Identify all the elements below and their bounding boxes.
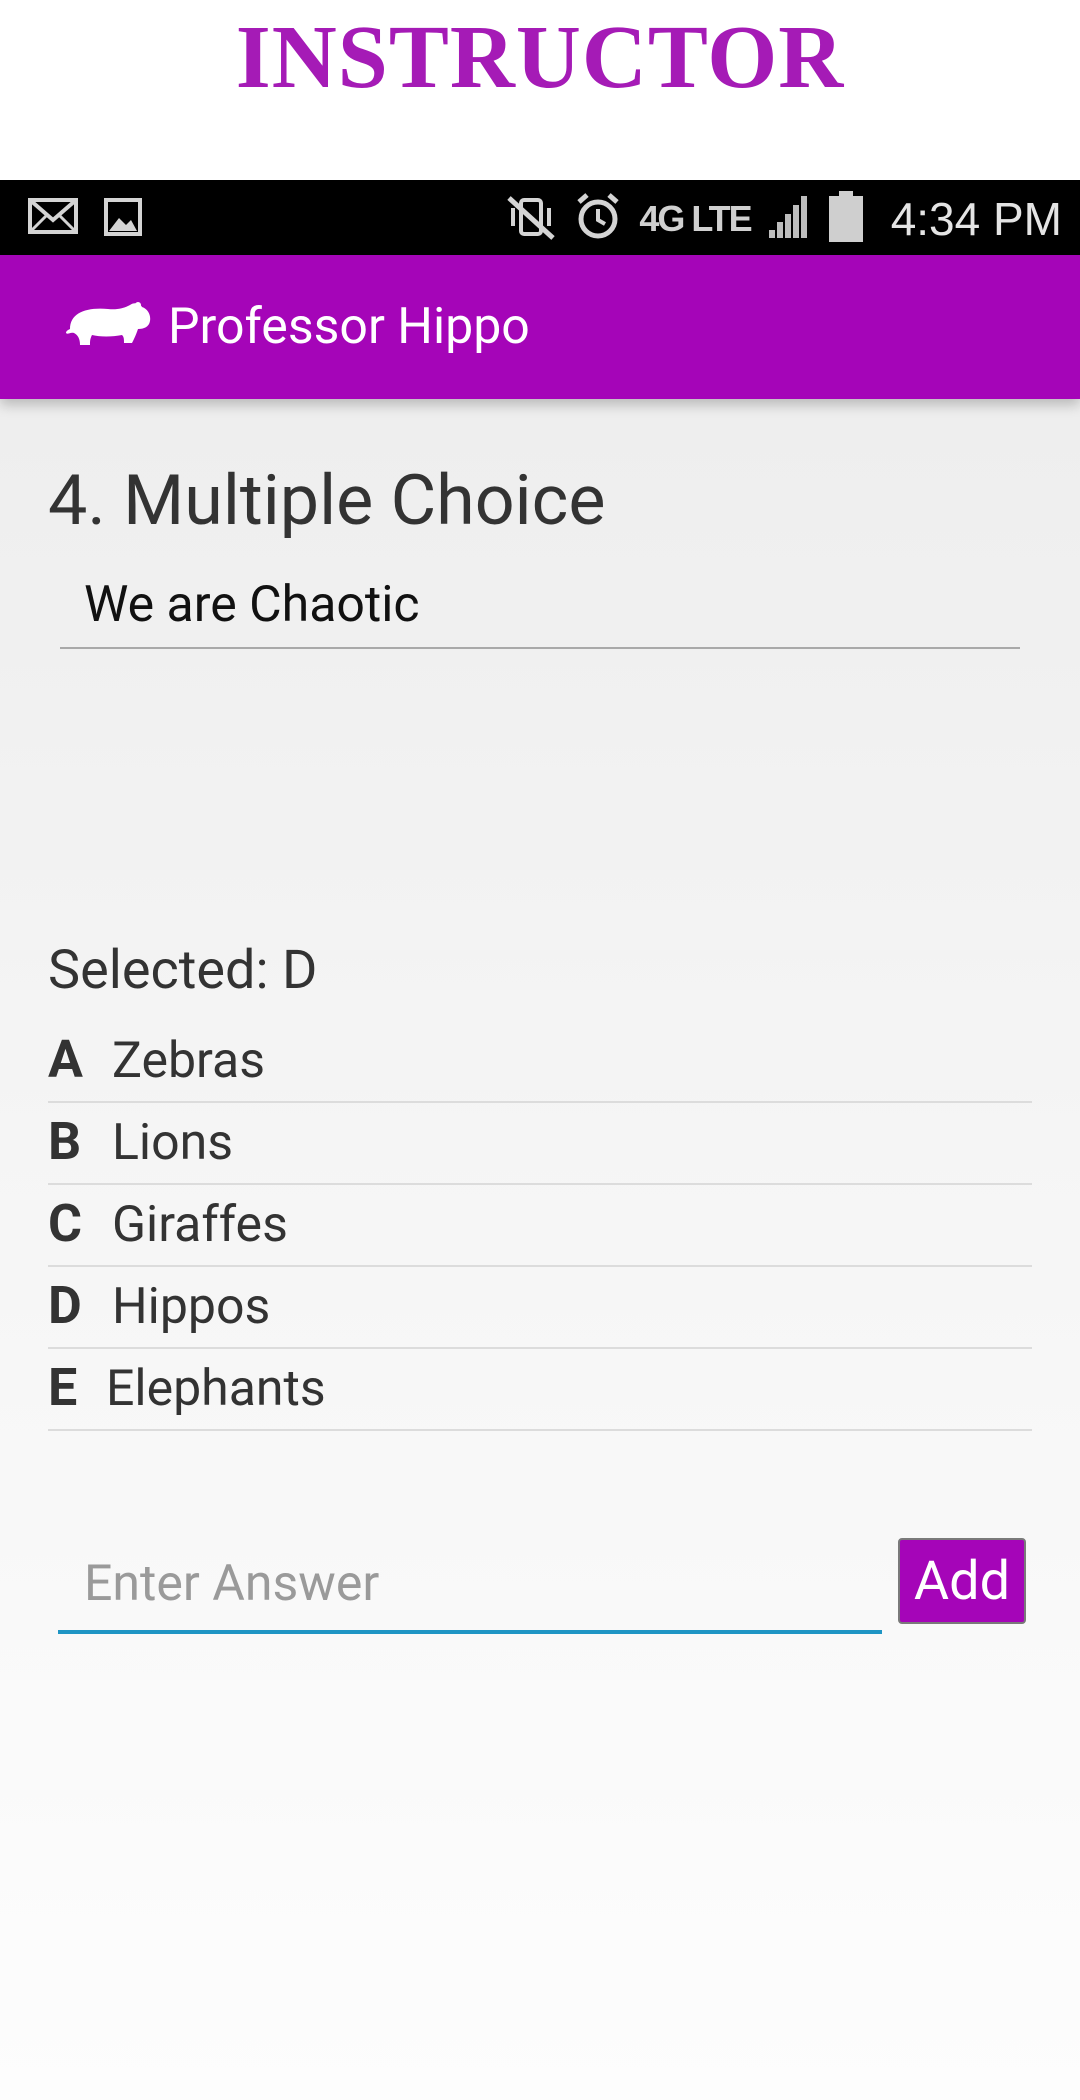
choice-row-b[interactable]: B Lions <box>48 1103 1032 1185</box>
answer-input-placeholder[interactable]: Enter Answer <box>84 1554 379 1614</box>
choice-text: Giraffes <box>112 1196 288 1254</box>
signal-icon <box>767 194 811 244</box>
choice-text: Zebras <box>112 1032 266 1090</box>
choice-letter: C <box>48 1193 83 1254</box>
choice-letter: D <box>48 1275 82 1336</box>
mute-vibrate-icon <box>505 194 557 244</box>
choice-row-d[interactable]: D Hippos <box>48 1267 1032 1349</box>
selected-answer-label: Selected: D <box>48 939 318 1002</box>
mail-icon <box>28 198 78 240</box>
choice-row-e[interactable]: E Elephants <box>48 1349 1032 1431</box>
image-icon <box>104 198 142 240</box>
status-bar: 4G LTE 4:34 PM <box>0 180 1080 255</box>
answer-input-field[interactable]: Enter Answer <box>58 1540 882 1634</box>
choice-letter: B <box>48 1111 82 1172</box>
choice-letter: A <box>48 1029 83 1090</box>
choice-text: Elephants <box>106 1360 326 1418</box>
status-time: 4:34 PM <box>890 193 1062 245</box>
hippo-icon <box>64 299 152 357</box>
question-text-value[interactable]: We are Chaotic <box>84 575 420 635</box>
banner-title: INSTRUCTOR <box>235 8 845 107</box>
choice-letter: E <box>48 1357 78 1418</box>
app-title: Professor Hippo <box>168 298 530 356</box>
choice-row-a[interactable]: A Zebras <box>48 1021 1032 1103</box>
instructor-banner: INSTRUCTOR <box>0 0 1080 180</box>
question-text-field[interactable]: We are Chaotic <box>60 569 1020 649</box>
choice-row-c[interactable]: C Giraffes <box>48 1185 1032 1267</box>
choice-list: A Zebras B Lions C Giraffes D Hippos E E… <box>48 1021 1032 1431</box>
battery-icon <box>827 190 865 248</box>
choice-text: Hippos <box>112 1278 271 1336</box>
choice-text: Lions <box>112 1114 234 1172</box>
network-type: 4G LTE <box>639 198 752 239</box>
add-answer-button[interactable]: Add <box>898 1538 1026 1624</box>
question-heading: 4. Multiple Choice <box>48 460 606 542</box>
question-editor: 4. Multiple Choice We are Chaotic Select… <box>0 399 1080 2100</box>
app-bar: Professor Hippo <box>0 255 1080 399</box>
alarm-icon <box>573 192 623 246</box>
